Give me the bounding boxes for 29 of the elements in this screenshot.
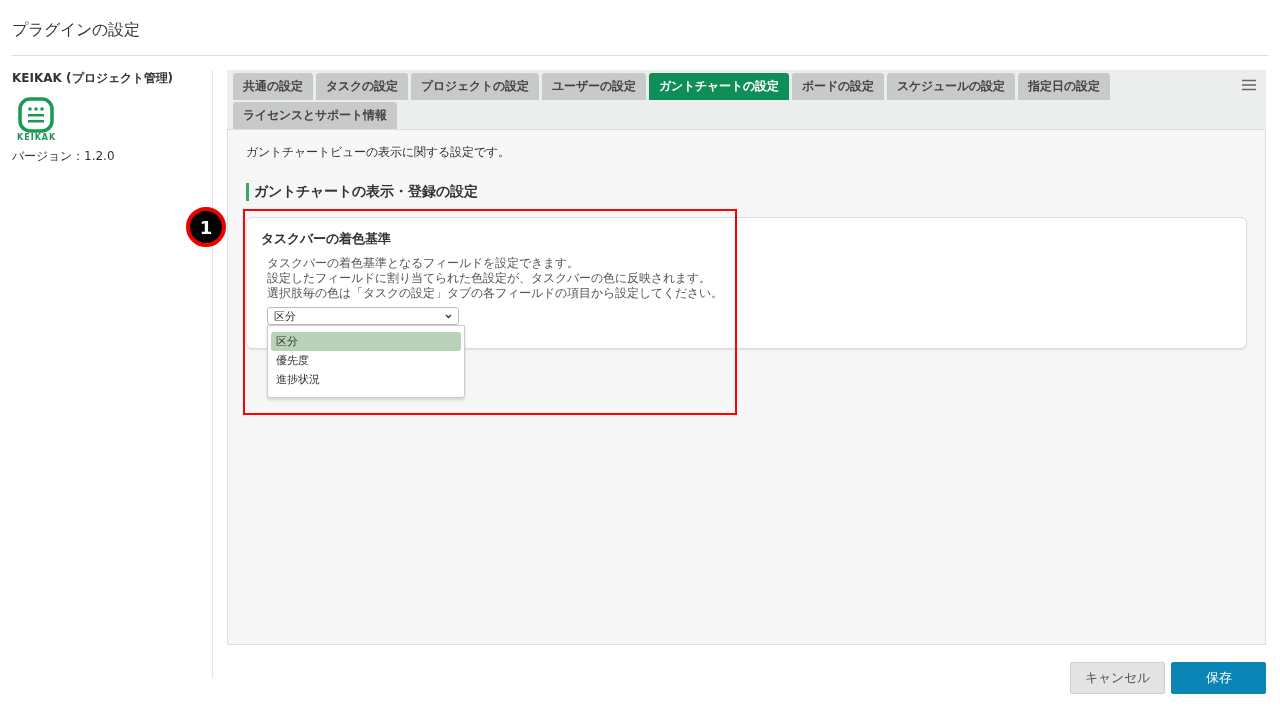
- dropdown-option[interactable]: 進捗状況: [271, 370, 461, 389]
- logo-text: KEIKAK: [17, 133, 58, 142]
- cancel-button[interactable]: キャンセル: [1070, 662, 1165, 694]
- version-text: バージョン：1.2.0: [12, 148, 116, 165]
- settings-tab[interactable]: プロジェクトの設定: [411, 73, 539, 100]
- menu-icon[interactable]: [1242, 79, 1256, 91]
- plugin-name: KEIKAK (プロジェクト管理): [12, 70, 174, 87]
- settings-tab[interactable]: スケジュールの設定: [887, 73, 1015, 100]
- select-field[interactable]: 区分: [267, 307, 459, 325]
- section-title: ガントチャートの表示・登録の設定: [246, 183, 1247, 201]
- panel-description: ガントチャートビューの表示に関する設定です。: [246, 144, 511, 161]
- callout-number: 1: [186, 207, 226, 247]
- settings-tab[interactable]: ボードの設定: [792, 73, 884, 100]
- page-title: プラグインの設定: [12, 0, 1268, 56]
- card-title: タスクバーの着色基準: [261, 230, 392, 248]
- settings-tab[interactable]: ガントチャートの設定: [649, 73, 789, 100]
- dropdown-option[interactable]: 優先度: [271, 351, 461, 370]
- help-text: タスクバーの着色基準となるフィールドを設定できます。: [267, 256, 580, 271]
- settings-tab[interactable]: 指定日の設定: [1018, 73, 1110, 100]
- logo-icon: [18, 97, 54, 133]
- chevron-down-icon: [445, 313, 452, 319]
- settings-tab[interactable]: タスクの設定: [316, 73, 408, 100]
- dropdown-option[interactable]: 区分: [271, 332, 461, 351]
- help-text: 設定したフィールドに割り当てられた色設定が、タスクバーの色に反映されます。: [267, 271, 712, 286]
- help-text: 選択肢毎の色は「タスクの設定」タブの各フィールドの項目から設定してください。: [267, 286, 724, 301]
- settings-tab[interactable]: 共通の設定: [233, 73, 313, 100]
- settings-tab[interactable]: ユーザーの設定: [542, 73, 646, 100]
- settings-tab[interactable]: ライセンスとサポート情報: [233, 102, 397, 129]
- save-button[interactable]: 保存: [1171, 662, 1266, 694]
